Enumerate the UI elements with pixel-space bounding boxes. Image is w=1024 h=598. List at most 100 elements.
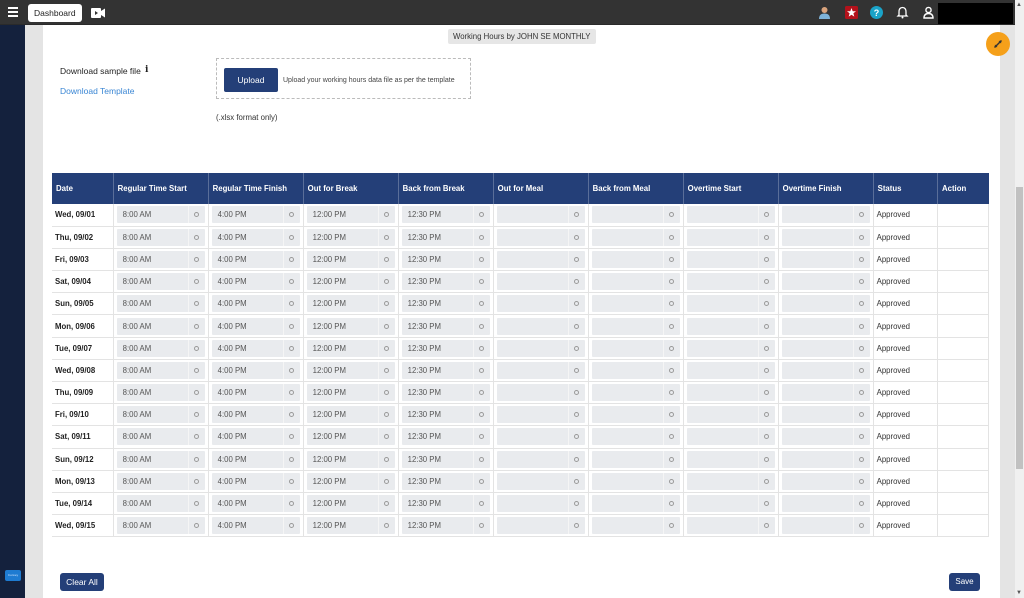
out-for-break-input[interactable]: 12:00 PM [306, 517, 395, 535]
regular-time-start-input[interactable]: 8:00 AM [116, 472, 205, 490]
clock-icon[interactable] [282, 295, 300, 313]
out-for-break-input[interactable]: 12:00 PM [306, 273, 395, 291]
clock-icon[interactable] [852, 317, 870, 335]
clock-icon[interactable] [852, 517, 870, 535]
clock-icon[interactable] [282, 273, 300, 291]
regular-time-start-input[interactable]: 8:00 AM [116, 517, 205, 535]
user-avatar-icon[interactable] [818, 6, 831, 19]
out-for-meal-input[interactable] [496, 428, 585, 446]
upload-button[interactable]: Upload [224, 68, 278, 92]
clock-icon[interactable] [662, 339, 680, 357]
out-for-break-input[interactable]: 12:00 PM [306, 339, 395, 357]
clock-icon[interactable] [567, 317, 585, 335]
regular-time-start-input[interactable]: 8:00 AM [116, 361, 205, 379]
upload-dropzone[interactable]: Upload Upload your working hours data fi… [216, 58, 471, 99]
out-for-meal-input[interactable] [496, 250, 585, 268]
overtime-finish-input[interactable] [781, 517, 870, 535]
clock-icon[interactable] [662, 472, 680, 490]
clock-icon[interactable] [282, 517, 300, 535]
regular-time-finish-input[interactable]: 4:00 PM [211, 450, 300, 468]
clock-icon[interactable] [757, 517, 775, 535]
back-from-break-input[interactable]: 12:30 PM [401, 317, 490, 335]
info-icon[interactable]: i [145, 65, 148, 75]
clock-icon[interactable] [282, 228, 300, 246]
action-cell[interactable] [937, 425, 990, 449]
back-from-meal-input[interactable] [591, 317, 680, 335]
expand-fab-button[interactable] [986, 32, 1010, 56]
clock-icon[interactable] [377, 317, 395, 335]
clock-icon[interactable] [377, 428, 395, 446]
overtime-start-input[interactable] [686, 384, 775, 402]
clock-icon[interactable] [852, 206, 870, 224]
clock-icon[interactable] [567, 517, 585, 535]
clock-icon[interactable] [757, 472, 775, 490]
overtime-finish-input[interactable] [781, 250, 870, 268]
overtime-finish-input[interactable] [781, 384, 870, 402]
clock-icon[interactable] [852, 273, 870, 291]
clock-icon[interactable] [852, 428, 870, 446]
clock-icon[interactable] [472, 250, 490, 268]
out-for-break-input[interactable]: 12:00 PM [306, 450, 395, 468]
back-from-meal-input[interactable] [591, 339, 680, 357]
clock-icon[interactable] [567, 406, 585, 424]
clock-icon[interactable] [187, 406, 205, 424]
clock-icon[interactable] [567, 228, 585, 246]
back-from-meal-input[interactable] [591, 406, 680, 424]
clock-icon[interactable] [187, 206, 205, 224]
clock-icon[interactable] [757, 339, 775, 357]
regular-time-finish-input[interactable]: 4:00 PM [211, 250, 300, 268]
clear-all-button[interactable]: Clear All [60, 573, 104, 591]
clock-icon[interactable] [567, 339, 585, 357]
back-from-break-input[interactable]: 12:30 PM [401, 250, 490, 268]
out-for-break-input[interactable]: 12:00 PM [306, 428, 395, 446]
clock-icon[interactable] [567, 250, 585, 268]
clock-icon[interactable] [187, 361, 205, 379]
clock-icon[interactable] [377, 406, 395, 424]
clock-icon[interactable] [187, 250, 205, 268]
clock-icon[interactable] [472, 428, 490, 446]
clock-icon[interactable] [567, 450, 585, 468]
overtime-finish-input[interactable] [781, 361, 870, 379]
regular-time-start-input[interactable]: 8:00 AM [116, 406, 205, 424]
overtime-finish-input[interactable] [781, 228, 870, 246]
regular-time-finish-input[interactable]: 4:00 PM [211, 361, 300, 379]
overtime-finish-input[interactable] [781, 273, 870, 291]
clock-icon[interactable] [472, 295, 490, 313]
clock-icon[interactable] [377, 250, 395, 268]
clock-icon[interactable] [282, 428, 300, 446]
out-for-break-input[interactable]: 12:00 PM [306, 495, 395, 513]
regular-time-start-input[interactable]: 8:00 AM [116, 295, 205, 313]
download-template-link[interactable]: Download Template [60, 86, 135, 96]
overtime-start-input[interactable] [686, 228, 775, 246]
clock-icon[interactable] [377, 273, 395, 291]
clock-icon[interactable] [567, 206, 585, 224]
clock-icon[interactable] [852, 472, 870, 490]
regular-time-finish-input[interactable]: 4:00 PM [211, 384, 300, 402]
action-cell[interactable] [937, 403, 990, 427]
clock-icon[interactable] [187, 339, 205, 357]
regular-time-finish-input[interactable]: 4:00 PM [211, 406, 300, 424]
overtime-finish-input[interactable] [781, 495, 870, 513]
back-from-meal-input[interactable] [591, 450, 680, 468]
back-from-break-input[interactable]: 12:30 PM [401, 517, 490, 535]
overtime-finish-input[interactable] [781, 406, 870, 424]
action-cell[interactable] [937, 359, 990, 383]
clock-icon[interactable] [662, 428, 680, 446]
clock-icon[interactable] [377, 384, 395, 402]
out-for-break-input[interactable]: 12:00 PM [306, 228, 395, 246]
clock-icon[interactable] [852, 450, 870, 468]
action-cell[interactable] [937, 470, 990, 493]
out-for-break-input[interactable]: 12:00 PM [306, 317, 395, 335]
clock-icon[interactable] [187, 228, 205, 246]
clock-icon[interactable] [377, 450, 395, 468]
overtime-start-input[interactable] [686, 406, 775, 424]
overtime-start-input[interactable] [686, 472, 775, 490]
out-for-meal-input[interactable] [496, 273, 585, 291]
overtime-finish-input[interactable] [781, 206, 870, 224]
action-cell[interactable] [937, 226, 990, 249]
clock-icon[interactable] [472, 361, 490, 379]
action-cell[interactable] [937, 248, 990, 272]
back-from-meal-input[interactable] [591, 384, 680, 402]
clock-icon[interactable] [567, 472, 585, 490]
clock-icon[interactable] [187, 273, 205, 291]
